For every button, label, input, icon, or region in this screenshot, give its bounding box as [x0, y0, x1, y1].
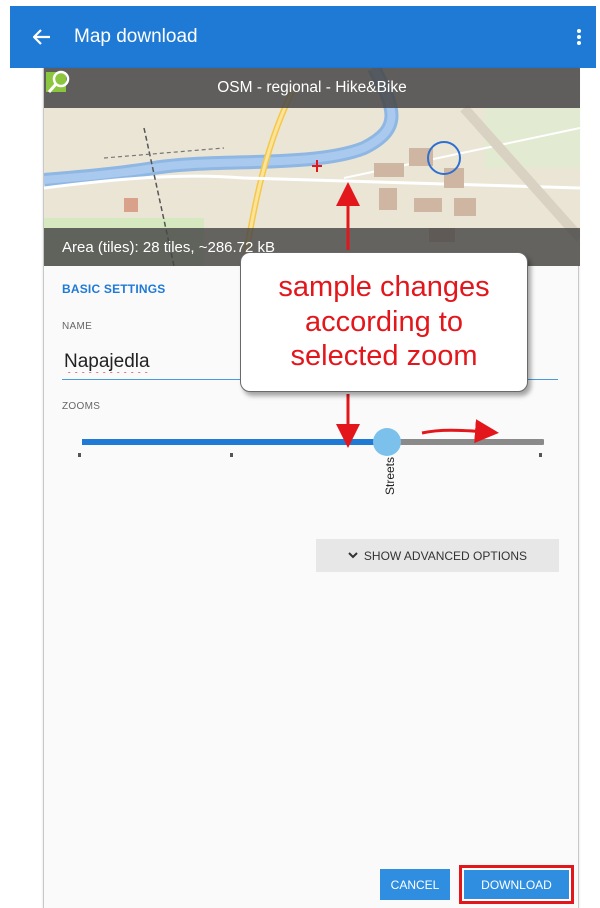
- section-title-basic-settings: BASIC SETTINGS: [62, 282, 166, 296]
- download-dialog: OSM - regional - Hike&Bike Area (tiles):…: [43, 68, 580, 908]
- annotation-line-2: according to: [305, 305, 463, 338]
- app-bar-title: Map download: [74, 26, 198, 47]
- zoom-level-text: Streets: [383, 456, 397, 496]
- download-button-label: DOWNLOAD: [464, 870, 569, 899]
- app-bar: Map download: [10, 6, 596, 68]
- map-source-name: OSM - regional - Hike&Bike: [217, 79, 407, 96]
- annotation-line-1: sample changes: [278, 270, 490, 303]
- zoom-tick: [539, 453, 542, 457]
- chevron-down-icon: [348, 552, 358, 559]
- annotation-callout: sample changes according to selected zoo…: [240, 252, 528, 392]
- area-tiles-text: Area (tiles): 28 tiles, ~286.72 kB: [62, 238, 276, 256]
- more-vert-icon: [577, 29, 581, 45]
- zooms-label: ZOOMS: [62, 401, 101, 412]
- map-source-bar: OSM - regional - Hike&Bike: [44, 68, 580, 108]
- map-source-icon: [46, 70, 70, 93]
- zoom-slider[interactable]: [78, 422, 544, 462]
- download-button[interactable]: DOWNLOAD: [459, 865, 574, 904]
- overflow-menu-button[interactable]: [562, 6, 596, 68]
- screen: Map download OSM - regional - Hike&Bike …: [0, 0, 600, 908]
- show-advanced-options-label: SHOW ADVANCED OPTIONS: [363, 548, 528, 563]
- map-preview[interactable]: OSM - regional - Hike&Bike Area (tiles):…: [44, 68, 580, 266]
- zoom-level-label: Streets: [380, 446, 400, 506]
- name-label: NAME: [62, 321, 93, 332]
- arrow-left-icon: [33, 29, 50, 45]
- cancel-button[interactable]: CANCEL: [380, 869, 450, 900]
- show-advanced-options-button[interactable]: SHOW ADVANCED OPTIONS: [316, 539, 559, 572]
- zoom-slider-fill: [82, 439, 387, 445]
- zoom-tick: [230, 453, 233, 457]
- zoom-tick: [78, 453, 81, 457]
- annotation-line-3: selected zoom: [290, 340, 478, 373]
- back-button[interactable]: [10, 6, 74, 68]
